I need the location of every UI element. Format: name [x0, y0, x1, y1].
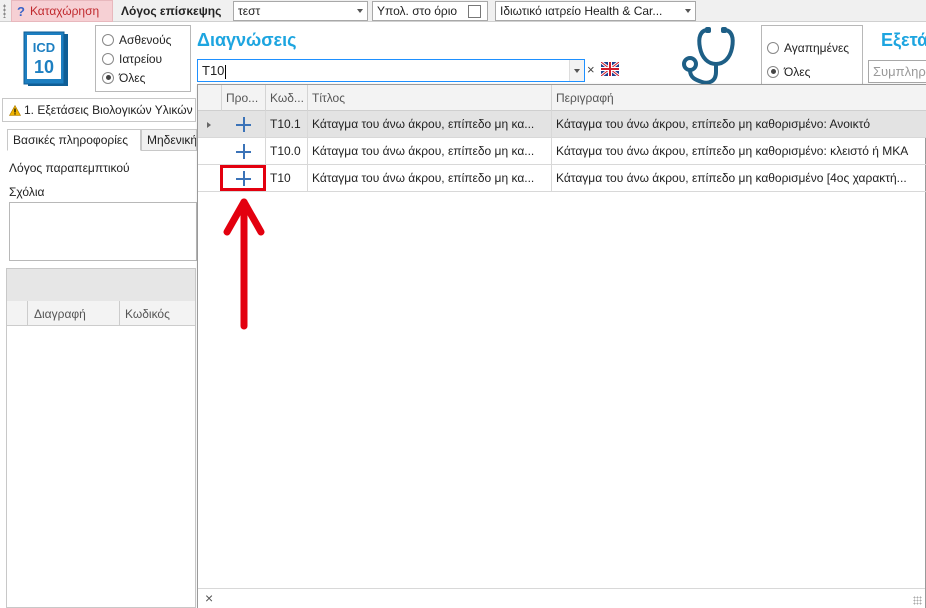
row-code: T10: [265, 165, 307, 192]
table-row[interactable]: T10 Κάταγμα του άνω άκρου, επίπεδο μη κα…: [198, 165, 926, 192]
radio-exams-favorites[interactable]: Αγαπημένες: [767, 34, 862, 62]
visit-reason-combo[interactable]: τεστ: [233, 1, 368, 21]
text-caret: [225, 64, 227, 79]
radio-label: Όλες: [119, 70, 146, 85]
row-title: Κάταγμα του άνω άκρου, επίπεδο μη κα...: [307, 138, 551, 165]
referral-reason-label: Λόγος παραπεμπτικού: [9, 161, 130, 175]
subtab-label: Βασικές πληροφορίες: [13, 133, 129, 147]
chevron-down-icon[interactable]: [357, 9, 363, 13]
column-delete[interactable]: Διαγραφή: [34, 307, 86, 321]
table-row[interactable]: T10.0 Κάταγμα του άνω άκρου, επίπεδο μη …: [198, 138, 926, 165]
column-code[interactable]: Κωδ...: [265, 85, 307, 111]
radio-exams-all[interactable]: Όλες: [767, 62, 862, 81]
column-title[interactable]: Τίτλος: [307, 85, 551, 111]
limit-checkbox[interactable]: [468, 5, 481, 18]
clinic-combo[interactable]: Ιδιωτικό ιατρείο Health & Car...: [495, 1, 696, 21]
exams-filter-group: Αγαπημένες Όλες: [761, 25, 863, 85]
highlight-box: [220, 165, 266, 191]
grid-header: Διαγραφή Κωδικός: [7, 301, 195, 326]
visit-reason-label: Λόγος επίσκεψης: [121, 4, 222, 18]
clinic-value: Ιδιωτικό ιατρείο Health & Car...: [500, 4, 663, 18]
radio-label: Ασθενούς: [119, 32, 172, 47]
popup-footer: ×: [198, 588, 925, 608]
row-title: Κάταγμα του άνω άκρου, επίπεδο μη κα...: [307, 111, 551, 138]
radio-dot[interactable]: [102, 33, 114, 46]
radio-label: Όλες: [784, 64, 811, 79]
row-description: Κάταγμα του άνω άκρου, επίπεδο μη καθορι…: [551, 111, 926, 138]
comments-textarea[interactable]: [9, 202, 197, 261]
radio-dot[interactable]: [767, 65, 779, 78]
row-title: Κάταγμα του άνω άκρου, επίπεδο μη κα...: [307, 165, 551, 192]
register-button-label: Καταχώρηση: [29, 4, 100, 18]
search-dropdown-button[interactable]: [569, 60, 584, 81]
selected-exams-grid: Διαγραφή Κωδικός: [6, 268, 196, 608]
chevron-down-icon[interactable]: [685, 9, 691, 13]
icd-logo-line1: ICD: [33, 40, 55, 55]
tab-biological-exams[interactable]: 1. Εξετάσεις Βιολογικών Υλικών: [2, 98, 196, 122]
exams-search-input[interactable]: Συμπληρ: [868, 60, 926, 83]
clear-search-icon[interactable]: ×: [587, 62, 595, 77]
diagnosis-search-input[interactable]: T10: [197, 59, 585, 82]
annotation-arrow-icon: [223, 198, 265, 330]
diagnosis-search-value: T10: [202, 63, 225, 78]
close-popup-icon[interactable]: ×: [205, 590, 213, 606]
icd-logo-line2: 10: [34, 57, 54, 77]
column-code[interactable]: Κωδικός: [125, 307, 170, 321]
column-add[interactable]: Προ...: [221, 85, 265, 111]
comments-label: Σχόλια: [9, 185, 45, 199]
top-toolbar: ? Καταχώρηση Λόγος επίσκεψης τεστ Υπολ. …: [0, 0, 926, 22]
radio-label: Αγαπημένες: [784, 41, 850, 55]
help-icon: ?: [17, 3, 25, 19]
row-code: T10.1: [265, 111, 307, 138]
diagnoses-title: Διαγνώσεις: [197, 30, 297, 50]
diagnosis-dropdown-popup: Προ... Κωδ... Τίτλος Περιγραφή T10.1 Κάτ…: [197, 84, 926, 608]
limit-label: Υπολ. στο όριο: [377, 4, 458, 18]
exams-search-placeholder: Συμπληρ: [873, 64, 926, 79]
radio-icd-all[interactable]: Όλες: [102, 68, 190, 87]
row-indicator-icon: [207, 122, 211, 128]
grid-group-panel: [7, 269, 195, 301]
warning-icon: [9, 104, 21, 116]
column-description[interactable]: Περιγραφή: [551, 85, 926, 111]
column-separator: [119, 301, 120, 326]
limit-checkbox-field: Υπολ. στο όριο: [372, 1, 488, 21]
tab-biological-exams-label: 1. Εξετάσεις Βιολογικών Υλικών: [24, 103, 193, 117]
toolbar-grip-handle[interactable]: [3, 4, 6, 18]
subtab-zero[interactable]: Μηδενική: [141, 129, 197, 151]
radio-icd-clinic[interactable]: Ιατρείου: [102, 49, 190, 68]
row-description: Κάταγμα του άνω άκρου, επίπεδο μη καθορι…: [551, 138, 926, 165]
row-description: Κάταγμα του άνω άκρου, επίπεδο μη καθορι…: [551, 165, 926, 192]
register-button[interactable]: ? Καταχώρηση: [11, 0, 113, 22]
icd-filter-group: Ασθενούς Ιατρείου Όλες: [95, 25, 191, 92]
row-code: T10.0: [265, 138, 307, 165]
table-row[interactable]: T10.1 Κάταγμα του άνω άκρου, επίπεδο μη …: [198, 111, 926, 138]
radio-dot[interactable]: [767, 42, 779, 54]
stethoscope-icon: [682, 27, 735, 85]
plus-icon[interactable]: [222, 138, 264, 165]
exams-title: Εξετάσ: [881, 30, 926, 50]
resize-grip-icon[interactable]: [913, 596, 922, 605]
subtab-label: Μηδενική: [147, 133, 197, 147]
plus-icon[interactable]: [222, 111, 264, 138]
radio-dot[interactable]: [102, 52, 114, 65]
column-separator: [27, 301, 28, 326]
subtab-basic-info[interactable]: Βασικές πληροφορίες: [7, 129, 141, 151]
uk-flag-icon[interactable]: [601, 62, 619, 76]
radio-dot[interactable]: [102, 71, 114, 84]
popup-grid-header: Προ... Κωδ... Τίτλος Περιγραφή: [198, 85, 926, 111]
visit-reason-value: τεστ: [238, 4, 261, 18]
radio-label: Ιατρείου: [119, 51, 163, 66]
icd10-book-icon: ICD 10: [23, 31, 68, 86]
radio-icd-patient[interactable]: Ασθενούς: [102, 30, 190, 49]
